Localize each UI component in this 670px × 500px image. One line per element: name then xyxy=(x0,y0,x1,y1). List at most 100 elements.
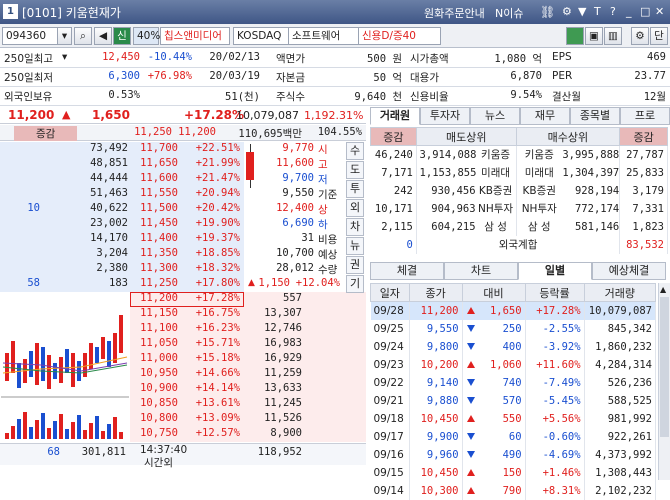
bid-volume[interactable]: 16,929 xyxy=(246,352,302,364)
scrollbar[interactable]: ▲ xyxy=(658,283,670,480)
tab-4[interactable]: 종목별 xyxy=(570,107,620,125)
issue-link[interactable]: N이슈 xyxy=(495,5,523,21)
bid-volume[interactable]: 13,307 xyxy=(246,307,302,319)
ask-price[interactable]: 11,350 xyxy=(132,247,178,259)
side-tab[interactable]: 수 xyxy=(346,142,364,160)
lower-tab-1[interactable]: 차트 xyxy=(444,262,518,280)
tab-5[interactable]: 프로 xyxy=(620,107,670,125)
code-dropdown-icon[interactable]: ▾ xyxy=(58,27,72,45)
speaker-icon[interactable]: ◀ xyxy=(94,27,112,45)
buy-broker-name[interactable]: 미래대 xyxy=(519,165,559,180)
ask-price[interactable]: 11,300 xyxy=(132,262,178,274)
ask-price[interactable]: 11,700 xyxy=(132,142,178,154)
ask-volume[interactable]: 2,380 xyxy=(42,262,128,274)
tab-0[interactable]: 거래원 xyxy=(370,107,420,125)
daily-row[interactable]: 09/17 9,900 60 -0.60% 922,261 xyxy=(370,427,657,446)
ask-price[interactable]: 11,450 xyxy=(132,217,178,229)
ask-volume[interactable]: 40,622 xyxy=(42,202,128,214)
text-icon[interactable]: T xyxy=(594,5,601,18)
bid-price[interactable]: 11,050 xyxy=(132,337,178,349)
single-button[interactable]: 단 xyxy=(650,27,668,45)
bid-price[interactable]: 11,150 xyxy=(132,307,178,319)
side-tab[interactable]: 뉴 xyxy=(346,237,364,255)
daily-row[interactable]: 09/21 9,880 570 -5.45% 588,525 xyxy=(370,391,657,410)
side-tab[interactable]: 도 xyxy=(346,161,364,179)
broker-row[interactable]: 2,115 604,215 삼 성삼 성 581,146 1,823 xyxy=(370,217,668,236)
ask-volume[interactable]: 3,204 xyxy=(42,247,128,259)
ask-volume[interactable]: 14,170 xyxy=(42,232,128,244)
sell-broker-name[interactable]: 삼 성 xyxy=(476,219,516,234)
ask-volume[interactable]: 183 xyxy=(42,277,128,289)
bid-volume[interactable]: 13,633 xyxy=(246,382,302,394)
bid-volume[interactable]: 557 xyxy=(246,292,302,304)
lower-tab-3[interactable]: 예상체결 xyxy=(592,262,666,280)
notice-link[interactable]: 원화주문안내 xyxy=(424,5,485,21)
bid-price[interactable]: 10,900 xyxy=(132,382,178,394)
sell-broker-name[interactable]: KB증권 xyxy=(476,183,516,198)
bid-price[interactable]: 11,000 xyxy=(132,352,178,364)
daily-row[interactable]: 09/15 10,450 150 +1.46% 1,308,443 xyxy=(370,463,657,482)
tab-3[interactable]: 재무 xyxy=(520,107,570,125)
tab-2[interactable]: 뉴스 xyxy=(470,107,520,125)
broker-row[interactable]: 10,171 904,963 NH투자 NH투자 772,174 7,331 xyxy=(370,199,668,218)
minimize-icon[interactable]: _ xyxy=(626,5,632,18)
bid-price[interactable]: 10,850 xyxy=(132,397,178,409)
scroll-up-icon[interactable]: ▲ xyxy=(660,285,666,294)
buy-broker-name[interactable]: NH투자 xyxy=(519,201,559,216)
broker-row[interactable]: 7,171 1,153,855 미래대 미래대 1,304,397 25,833 xyxy=(370,163,668,182)
help-icon[interactable]: ? xyxy=(610,5,616,18)
ask-volume[interactable]: 23,002 xyxy=(42,217,128,229)
bid-volume[interactable]: 11,526 xyxy=(246,412,302,424)
side-tab[interactable]: 차 xyxy=(346,218,364,236)
bid-volume[interactable]: 12,746 xyxy=(246,322,302,334)
bid-price[interactable]: 10,950 xyxy=(132,367,178,379)
daily-row[interactable]: 09/14 10,300 790 +8.31% 2,102,232 xyxy=(370,481,657,500)
daily-row[interactable]: 09/18 10,450 550 +5.56% 981,992 xyxy=(370,409,657,428)
bid-price[interactable]: 11,100 xyxy=(132,322,178,334)
ask-price[interactable]: 11,500 xyxy=(132,202,178,214)
settings-icon[interactable]: ⚙ xyxy=(562,5,572,18)
buy-broker-name[interactable]: 삼 성 xyxy=(519,219,559,234)
maximize-icon[interactable]: □ xyxy=(640,5,650,18)
daily-row[interactable]: 09/16 9,960 490 -4.69% 4,373,992 xyxy=(370,445,657,464)
buy-broker-name[interactable]: KB증권 xyxy=(519,183,559,198)
daily-row[interactable]: 09/24 9,800 400 -3.92% 1,860,232 xyxy=(370,337,657,356)
sell-broker-name[interactable]: 미래대 xyxy=(476,165,516,180)
lower-tab-0[interactable]: 체결 xyxy=(370,262,444,280)
ask-price[interactable]: 11,400 xyxy=(132,232,178,244)
buy-broker-name[interactable]: 키움증 xyxy=(519,147,559,162)
window-icon[interactable]: ▣ xyxy=(585,27,603,45)
side-tab[interactable]: 외 xyxy=(346,199,364,217)
daily-row[interactable]: 09/25 9,550 250 -2.55% 845,342 xyxy=(370,319,657,338)
side-tab[interactable]: 권 xyxy=(346,256,364,274)
sell-broker-name[interactable]: 키움증 xyxy=(476,147,516,162)
panel-icon[interactable]: ▥ xyxy=(604,27,622,45)
tab-1[interactable]: 투자자 xyxy=(420,107,470,125)
ask-volume[interactable]: 73,492 xyxy=(42,142,128,154)
search-icon[interactable]: ⌕ xyxy=(74,27,92,45)
ask-volume[interactable]: 48,851 xyxy=(42,157,128,169)
ask-price[interactable]: 11,650 xyxy=(132,157,178,169)
ask-volume[interactable]: 44,444 xyxy=(42,172,128,184)
daily-row[interactable]: 09/23 10,200 1,060 +11.60% 4,284,314 xyxy=(370,355,657,374)
ask-price[interactable]: 11,600 xyxy=(132,172,178,184)
green-square-icon[interactable] xyxy=(566,27,584,45)
ask-price[interactable]: 11,250 xyxy=(132,277,178,289)
link-icon[interactable]: ⛓ xyxy=(540,5,555,19)
daily-row[interactable]: 09/22 9,140 740 -7.49% 526,236 xyxy=(370,373,657,392)
broker-row[interactable]: 242 930,456 KB증권 KB증권 928,194 3,179 xyxy=(370,181,668,200)
ask-price[interactable]: 11,550 xyxy=(132,187,178,199)
broker-row[interactable]: 46,240 3,914,088 키움증 키움증 3,995,888 27,787 xyxy=(370,145,668,164)
lower-tab-2[interactable]: 일별 xyxy=(518,262,592,280)
bid-volume[interactable]: 16,983 xyxy=(246,337,302,349)
pin-icon[interactable]: ▼ xyxy=(578,5,586,18)
sell-broker-name[interactable]: NH투자 xyxy=(476,201,516,216)
ask-volume[interactable]: 51,463 xyxy=(42,187,128,199)
bid-price[interactable]: 10,800 xyxy=(132,412,178,424)
dropdown-icon[interactable]: ▾ xyxy=(62,51,72,63)
bid-volume[interactable]: 11,259 xyxy=(246,367,302,379)
side-tab[interactable]: 기 xyxy=(346,275,364,293)
side-tab[interactable]: 투 xyxy=(346,180,364,198)
bid-price[interactable]: 10,750 xyxy=(132,427,178,439)
bid-volume[interactable]: 11,245 xyxy=(246,397,302,409)
